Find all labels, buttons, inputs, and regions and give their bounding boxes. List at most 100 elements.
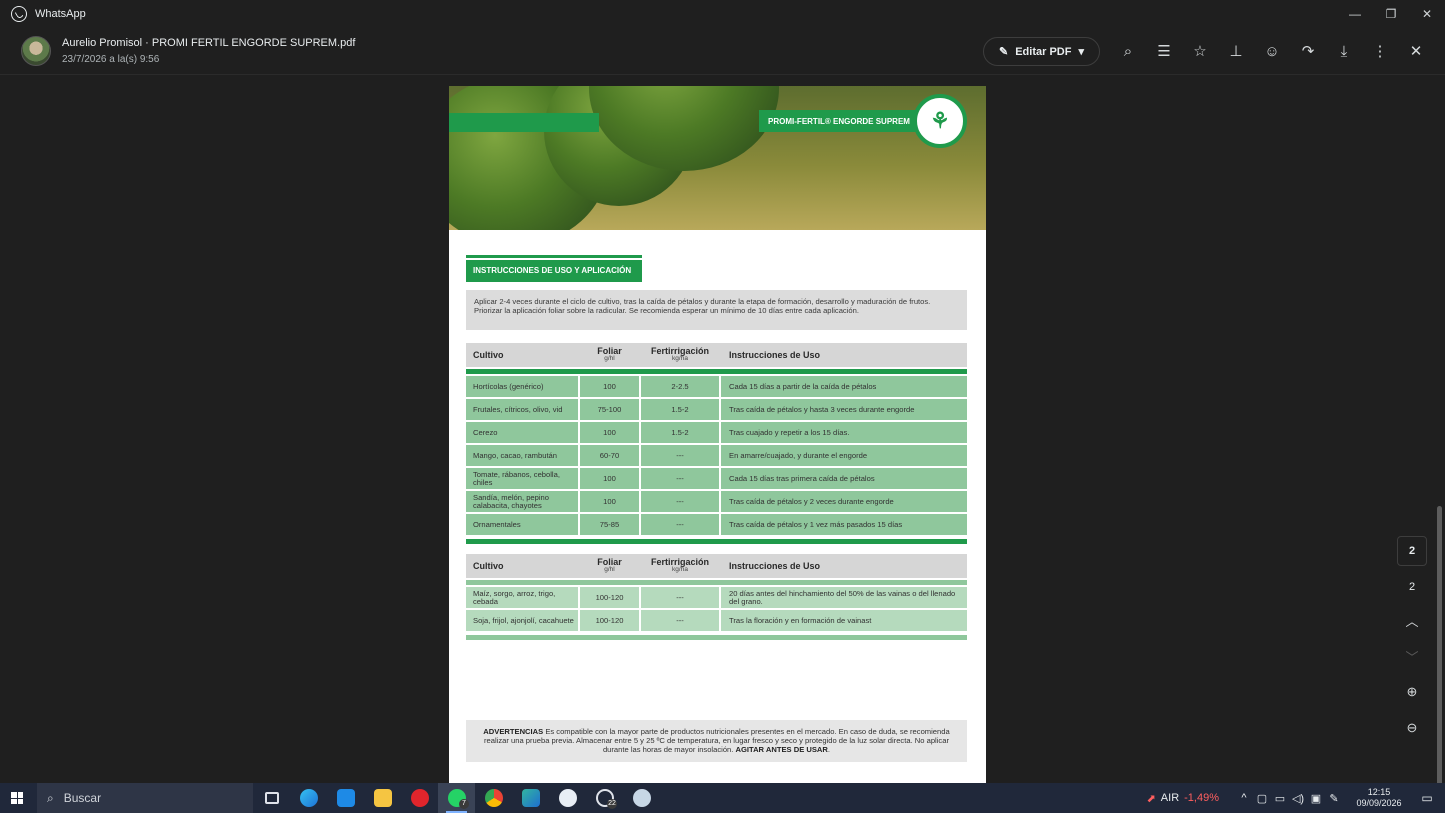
- pencil-icon: ✎: [999, 46, 1009, 58]
- cell-crop: Mango, cacao, rambután: [466, 445, 578, 466]
- chrome-icon[interactable]: [475, 783, 512, 813]
- chevron-up-icon[interactable]: ︿: [1397, 602, 1427, 638]
- viewer-toolbar: ⌕ ☰ ☆ ⊥ ☺ ↷ ⤓ ⋮ ✕: [1110, 37, 1434, 65]
- cell-foliar: 100-120: [580, 587, 639, 608]
- edit-pdf-button[interactable]: ✎ Editar PDF ▾: [983, 37, 1100, 66]
- current-page-input[interactable]: 2: [1397, 536, 1427, 566]
- pen-icon[interactable]: ✎: [1325, 792, 1343, 805]
- taskbar-search[interactable]: ⌕ Buscar: [37, 783, 253, 813]
- page-navigation: 2 2 ︿ ﹀ ⊕ ⊖: [1394, 536, 1430, 746]
- zoom-in-icon[interactable]: ⊕: [1397, 674, 1427, 710]
- taskbar-search-placeholder: Buscar: [63, 791, 102, 805]
- header-foliar: Foliar: [597, 557, 622, 567]
- windows-taskbar: ⌕ Buscar 7 22 ⬈ AIR -1,49% ^ ▢ ▭ ◁) ▣ ✎ …: [0, 783, 1445, 813]
- document-date: 23/7/2026 a la(s) 9:56: [62, 54, 160, 65]
- cell-instructions: 20 días antes del hinchamiento del 50% d…: [721, 587, 967, 608]
- cell-foliar: 100-120: [580, 610, 639, 631]
- notifications-icon[interactable]: ▭: [1415, 791, 1439, 805]
- file-explorer-icon[interactable]: [364, 783, 401, 813]
- paint-icon[interactable]: [623, 783, 660, 813]
- maps-icon[interactable]: [512, 783, 549, 813]
- volume-icon[interactable]: ◁): [1289, 792, 1307, 805]
- battery-icon[interactable]: ▣: [1307, 792, 1325, 805]
- cell-fert: ---: [641, 610, 719, 631]
- cell-fert: ---: [641, 445, 719, 466]
- table-divider: [466, 369, 967, 374]
- header-fert: Fertirrigación: [650, 557, 709, 567]
- outlook-badge: 22: [607, 799, 617, 809]
- header-crop: Cultivo: [473, 350, 504, 360]
- cell-crop: Soja, frijol, ajonjolí, cacahuete: [466, 610, 578, 631]
- store-icon[interactable]: [327, 783, 364, 813]
- section-title: INSTRUCCIONES DE USO Y APLICACIÓN: [466, 255, 642, 285]
- stock-change: -1,49%: [1184, 792, 1219, 804]
- vertical-scrollbar[interactable]: [1437, 506, 1442, 783]
- start-button[interactable]: [0, 783, 34, 813]
- close-icon[interactable]: ✕: [1398, 37, 1434, 65]
- stock-widget[interactable]: ⬈ AIR -1,49%: [1147, 792, 1219, 805]
- usb-icon[interactable]: ▢: [1253, 792, 1271, 805]
- table-row: Maíz, sorgo, arroz, trigo, cebada 100-120…: [466, 587, 967, 610]
- more-icon[interactable]: ⋮: [1362, 37, 1398, 65]
- cell-crop: Ornamentales: [466, 514, 578, 535]
- outlook-icon[interactable]: 22: [586, 783, 623, 813]
- table-row: Frutales, cítricos, olivo, vid 75-100 1.5-…: [466, 399, 967, 422]
- task-view-icon[interactable]: [253, 783, 290, 813]
- intro-text: Aplicar 2-4 veces durante el ciclo de cu…: [466, 290, 967, 330]
- table-divider: [466, 580, 967, 585]
- network-icon[interactable]: ▭: [1271, 792, 1289, 805]
- close-window-button[interactable]: ✕: [1409, 0, 1445, 28]
- table-header-row: Cultivo Foliar g/hl Fertirrigación kg/ha I…: [466, 343, 967, 367]
- cell-instructions: Cada 15 días tras primera caída de pétal…: [721, 468, 967, 489]
- cell-foliar: 60-70: [580, 445, 639, 466]
- header-foliar: Foliar: [597, 346, 622, 356]
- pin-icon[interactable]: ⊥: [1218, 37, 1254, 65]
- cell-instructions: Tras caída de pétalos y 2 veces durante …: [721, 491, 967, 512]
- table-row: Ornamentales 75-85 --- Tras caída de pétalo…: [466, 514, 967, 537]
- avatar[interactable]: [21, 36, 51, 66]
- warning-tail: AGITAR ANTES DE USAR: [735, 745, 828, 754]
- warning-box: ADVERTENCIAS Es compatible con la mayor …: [466, 720, 967, 762]
- whatsapp-taskbar-icon[interactable]: 7: [438, 783, 475, 813]
- table-row: Hortícolas (genérico) 100 2-2.5 Cada 15 día…: [466, 376, 967, 399]
- forward-icon[interactable]: ↷: [1290, 37, 1326, 65]
- chevron-up-icon[interactable]: ^: [1235, 792, 1253, 804]
- download-icon[interactable]: ⤓: [1326, 37, 1362, 65]
- cell-instructions: Tras la floración y en formación de vain…: [721, 610, 967, 631]
- clock-time: 12:15: [1367, 787, 1391, 797]
- system-clock[interactable]: 12:15 09/09/2026: [1349, 787, 1409, 809]
- cell-foliar: 75-85: [580, 514, 639, 535]
- emoji-icon[interactable]: ☺: [1254, 37, 1290, 65]
- cell-foliar: 75-100: [580, 399, 639, 420]
- annotation-icon[interactable]: ☰: [1146, 37, 1182, 65]
- document-title: Aurelio Promisol · PROMI FERTIL ENGORDE …: [62, 37, 356, 49]
- cell-crop: Hortícolas (genérico): [466, 376, 578, 397]
- whatsapp-badge: 7: [459, 799, 469, 809]
- usage-table-2: Cultivo Foliar g/hl Fertirrigación kg/ha I…: [466, 554, 967, 642]
- minimize-button[interactable]: —: [1337, 0, 1373, 28]
- cell-fert: 1.5-2: [641, 399, 719, 420]
- pdf-page: PROMI-FERTIL® ENGORDE SUPREM ⚘ INSTRUCCI…: [449, 86, 986, 783]
- header-fert-unit: kg/ha: [672, 355, 688, 362]
- chevron-down-icon[interactable]: ﹀: [1397, 638, 1427, 674]
- edge-icon[interactable]: [290, 783, 327, 813]
- usage-table-1: Cultivo Foliar g/hl Fertirrigación kg/ha I…: [466, 343, 967, 546]
- windows-logo-icon: [11, 792, 23, 804]
- opera-icon[interactable]: [401, 783, 438, 813]
- star-icon[interactable]: ☆: [1182, 37, 1218, 65]
- zoom-out-icon[interactable]: ⊖: [1397, 710, 1427, 746]
- search-icon[interactable]: ⌕: [1110, 37, 1146, 65]
- cloud-app-icon[interactable]: [549, 783, 586, 813]
- table-row: Mango, cacao, rambután 60-70 --- En amarre/…: [466, 445, 967, 468]
- sprout-logo-icon: ⚘: [913, 94, 967, 148]
- total-pages: 2: [1408, 581, 1416, 593]
- caret-down-icon: ▾: [1078, 46, 1084, 58]
- warning-label: ADVERTENCIAS: [483, 727, 544, 736]
- document-viewer-header: Aurelio Promisol · PROMI FERTIL ENGORDE …: [0, 28, 1445, 75]
- restore-button[interactable]: ❐: [1373, 0, 1409, 28]
- cell-crop: Maíz, sorgo, arroz, trigo, cebada: [466, 587, 578, 608]
- cell-instructions: En amarre/cuajado, y durante el engorde: [721, 445, 967, 466]
- pdf-viewer[interactable]: PROMI-FERTIL® ENGORDE SUPREM ⚘ INSTRUCCI…: [0, 76, 1445, 783]
- cell-instructions: Cada 15 días a partir de la caída de pét…: [721, 376, 967, 397]
- cell-fert: ---: [641, 587, 719, 608]
